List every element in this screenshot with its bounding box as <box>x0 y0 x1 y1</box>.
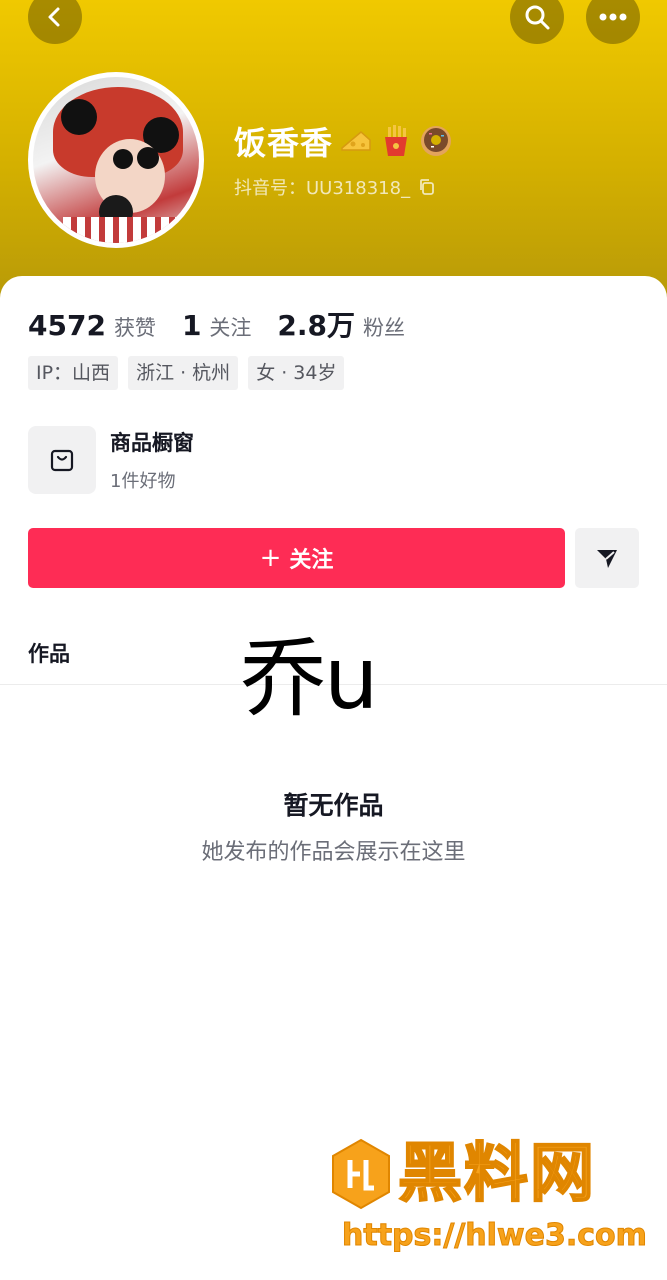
following-label[interactable]: 关注 <box>209 312 251 342</box>
shop-window[interactable]: 商品橱窗 1件好物 <box>28 426 194 494</box>
cheese-icon <box>341 131 371 151</box>
chevron-left-icon <box>48 7 60 27</box>
back-button[interactable] <box>28 0 82 44</box>
uid-row: 抖音号：UU318318_ <box>234 174 436 200</box>
avatar[interactable] <box>28 72 204 248</box>
profile-tags: IP：山西 浙江 · 杭州 女 · 34岁 <box>28 356 345 390</box>
ip-tag: IP：山西 <box>28 356 119 390</box>
stats-row: 4572 获赞 1 关注 2.8万 粉丝 <box>28 304 431 344</box>
empty-state-title: 暂无作品 <box>283 791 384 820</box>
tab-works[interactable]: 作品 <box>28 638 70 668</box>
location-tag: 浙江 · 杭州 <box>128 356 239 390</box>
shopping-bag-icon <box>50 449 74 472</box>
nickname: 饭香香 <box>234 124 334 162</box>
follow-button[interactable]: + 关注 <box>28 528 565 588</box>
search-button[interactable] <box>510 0 564 44</box>
watermark-logo-icon <box>332 1138 390 1210</box>
shop-subtitle: 1件好物 <box>110 471 176 492</box>
likes-label: 获赞 <box>113 316 156 340</box>
search-icon <box>525 5 550 30</box>
profile-header: 饭香香 抖音号：UU318318_ <box>0 0 667 300</box>
shop-title: 商品橱窗 <box>110 431 194 455</box>
watermark-brand: 黑料网 <box>397 1137 596 1211</box>
donut-icon <box>421 126 452 156</box>
watermark-url: https://hlwe3.com <box>342 1218 648 1254</box>
gender-age-tag: 女 · 34岁 <box>248 356 345 390</box>
follow-label: 关注 <box>289 548 334 573</box>
following-count[interactable]: 1 <box>182 309 201 342</box>
overlay-text: 乔u <box>240 629 379 729</box>
avatar-image <box>33 77 199 243</box>
profile-card: 4572 获赞 1 关注 2.8万 粉丝 IP：山西 浙江 · 杭州 女 · 3… <box>0 276 667 1280</box>
message-button[interactable] <box>575 528 639 588</box>
plus-icon: + <box>259 543 282 573</box>
likes-count: 4572 <box>28 309 106 342</box>
copy-icon[interactable] <box>418 178 436 196</box>
watermark: 黑料网 https://hlwe3.com <box>330 1138 656 1258</box>
followers-count[interactable]: 2.8万 <box>277 304 355 344</box>
shop-icon-box <box>28 426 96 494</box>
more-icon <box>599 13 627 21</box>
uid-text: 抖音号：UU318318_ <box>234 178 411 199</box>
fries-icon <box>385 125 408 156</box>
nickname-row: 饭香香 <box>234 118 453 164</box>
empty-state-subtitle: 她发布的作品会展示在这里 <box>201 840 466 865</box>
followers-label[interactable]: 粉丝 <box>363 312 405 342</box>
send-icon <box>597 550 617 568</box>
more-button[interactable] <box>586 0 640 44</box>
